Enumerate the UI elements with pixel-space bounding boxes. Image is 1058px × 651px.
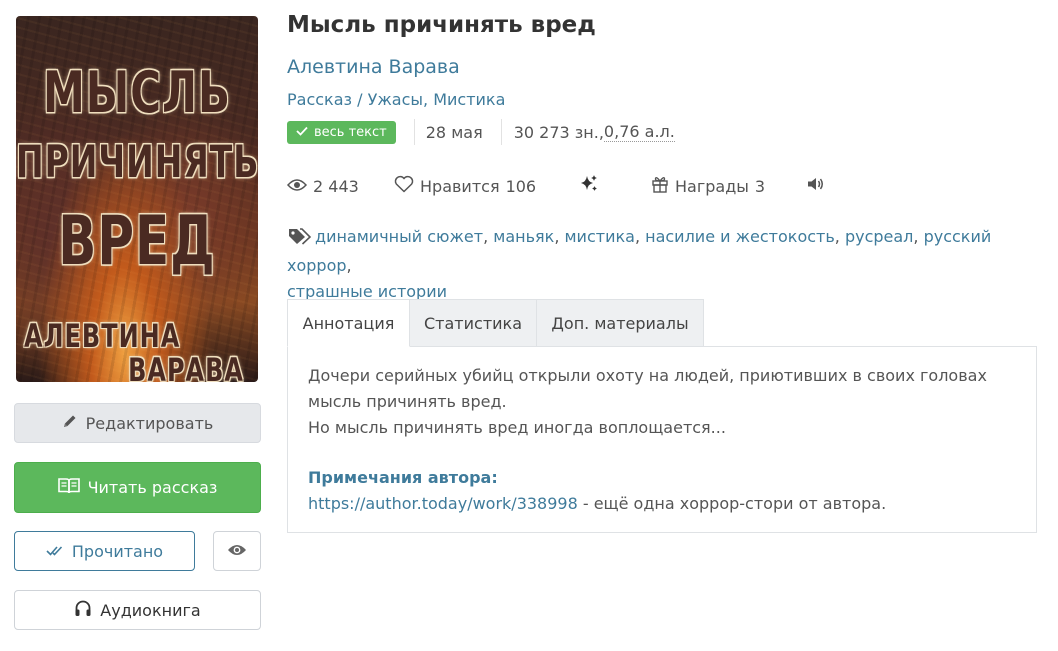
- tag-comma: ,: [554, 227, 565, 246]
- author-notes-text: - ещё одна хоррор-стори от автора.: [577, 494, 887, 513]
- tag-link[interactable]: русреал: [845, 227, 913, 246]
- book-stats: 2 443 Нравится 106 Награды 3: [286, 172, 847, 200]
- awards-button[interactable]: Награды 3: [651, 172, 765, 200]
- likes-count: 106: [505, 176, 537, 196]
- genre-mystic-link[interactable]: Мистика: [433, 90, 505, 109]
- awards-count: 3: [754, 176, 766, 196]
- checkmark-icon: [296, 125, 308, 140]
- mark-read-button[interactable]: Прочитано: [14, 531, 195, 571]
- mark-read-button-label: Прочитано: [71, 541, 164, 561]
- headphones-icon: [74, 599, 92, 621]
- cover-title-line1: МЫСЛЬ: [42, 59, 232, 126]
- views-count: 2 443: [313, 176, 359, 196]
- cover-title-line3: ВРЕД: [58, 201, 216, 281]
- work-link[interactable]: https://author.today/work/338998: [308, 494, 578, 513]
- cover-author-first: АЛЕВТИНА: [24, 317, 181, 355]
- annotation-panel: Дочери серийных убийц открыли охоту на л…: [287, 346, 1037, 533]
- eye-icon: [227, 542, 247, 561]
- tab-bar: Аннотация Статистика Доп. материалы: [287, 299, 704, 347]
- divider: [413, 119, 415, 145]
- tag-link[interactable]: динамичный сюжет: [315, 227, 483, 246]
- genre-breadcrumb: Рассказ / Ужасы, Мистика: [287, 90, 505, 109]
- audiobook-button[interactable]: Аудиокнига: [14, 590, 261, 630]
- open-book-icon: [57, 477, 80, 499]
- speaker-button[interactable]: [807, 172, 825, 200]
- gift-icon: [651, 175, 669, 197]
- views-stat: 2 443: [286, 172, 359, 200]
- tag-link[interactable]: насилие и жестокость: [645, 227, 835, 246]
- tags-icon: [287, 227, 312, 253]
- text-size-author-sheets: 0,76 а.л.: [603, 122, 675, 142]
- tag-link[interactable]: мистика: [564, 227, 634, 246]
- awards-label: Награды: [675, 176, 749, 196]
- cover-title-line2: ПРИЧИНЯТЬ: [16, 135, 258, 188]
- annotation-text: Дочери серийных убийц открыли охоту на л…: [308, 366, 987, 411]
- genre-type-link[interactable]: Рассказ: [287, 90, 352, 109]
- genre-horror-link[interactable]: Ужасы: [368, 90, 423, 109]
- pencil-icon: [62, 413, 78, 433]
- edit-button-label: Редактировать: [85, 413, 214, 433]
- status-badge-label: весь текст: [314, 124, 387, 140]
- author-notes: https://author.today/work/338998 - ещё о…: [308, 491, 1016, 517]
- tag-comma: ,: [834, 227, 845, 246]
- author-link[interactable]: Алевтина Варава: [287, 56, 460, 78]
- genre-separator: /: [357, 90, 363, 109]
- tag-comma: ,: [483, 227, 494, 246]
- annotation-text: Но мысль причинять вред иногда воплощает…: [308, 418, 726, 437]
- audiobook-button-label: Аудиокнига: [100, 600, 201, 620]
- tag-link[interactable]: маньяк: [493, 227, 554, 246]
- book-title: Мысль причинять вред: [287, 12, 596, 38]
- divider: [500, 119, 502, 145]
- tag-comma: ,: [913, 227, 924, 246]
- cover-author-last: ВАРАВА: [128, 351, 244, 382]
- publish-date: 28 мая: [425, 122, 483, 142]
- likes-label: Нравится: [420, 176, 500, 196]
- tab-annotation[interactable]: Аннотация: [287, 299, 410, 347]
- tags-list: динамичный сюжет, маньяк, мистика, насил…: [287, 224, 1037, 305]
- like-button[interactable]: Нравится 106: [394, 172, 536, 200]
- text-size-chars: 30 273 зн.,: [513, 122, 604, 142]
- book-meta: весь текст 28 мая 30 273 зн., 0,76 а.л.: [287, 118, 675, 146]
- sparkles-button[interactable]: [579, 172, 599, 200]
- double-check-icon: [46, 542, 64, 561]
- read-button-label: Читать рассказ: [87, 478, 218, 497]
- book-cover[interactable]: МЫСЛЬ ПРИЧИНЯТЬ ВРЕД АЛЕВТИНА ВАРАВА: [16, 16, 258, 382]
- tab-extra-materials[interactable]: Доп. материалы: [536, 299, 704, 347]
- author-notes-title: Примечания автора:: [308, 468, 498, 487]
- speaker-icon: [807, 176, 825, 196]
- tag-comma: ,: [634, 227, 646, 246]
- heart-icon: [394, 175, 414, 197]
- status-badge: весь текст: [287, 120, 396, 144]
- tab-statistics[interactable]: Статистика: [409, 299, 537, 347]
- sparkles-icon: [579, 174, 599, 198]
- read-button[interactable]: Читать рассказ: [14, 462, 261, 513]
- edit-button[interactable]: Редактировать: [14, 403, 261, 443]
- watch-button[interactable]: [213, 531, 261, 571]
- eye-icon: [286, 177, 308, 196]
- genre-comma: ,: [423, 90, 429, 109]
- tag-comma: ,: [346, 256, 352, 275]
